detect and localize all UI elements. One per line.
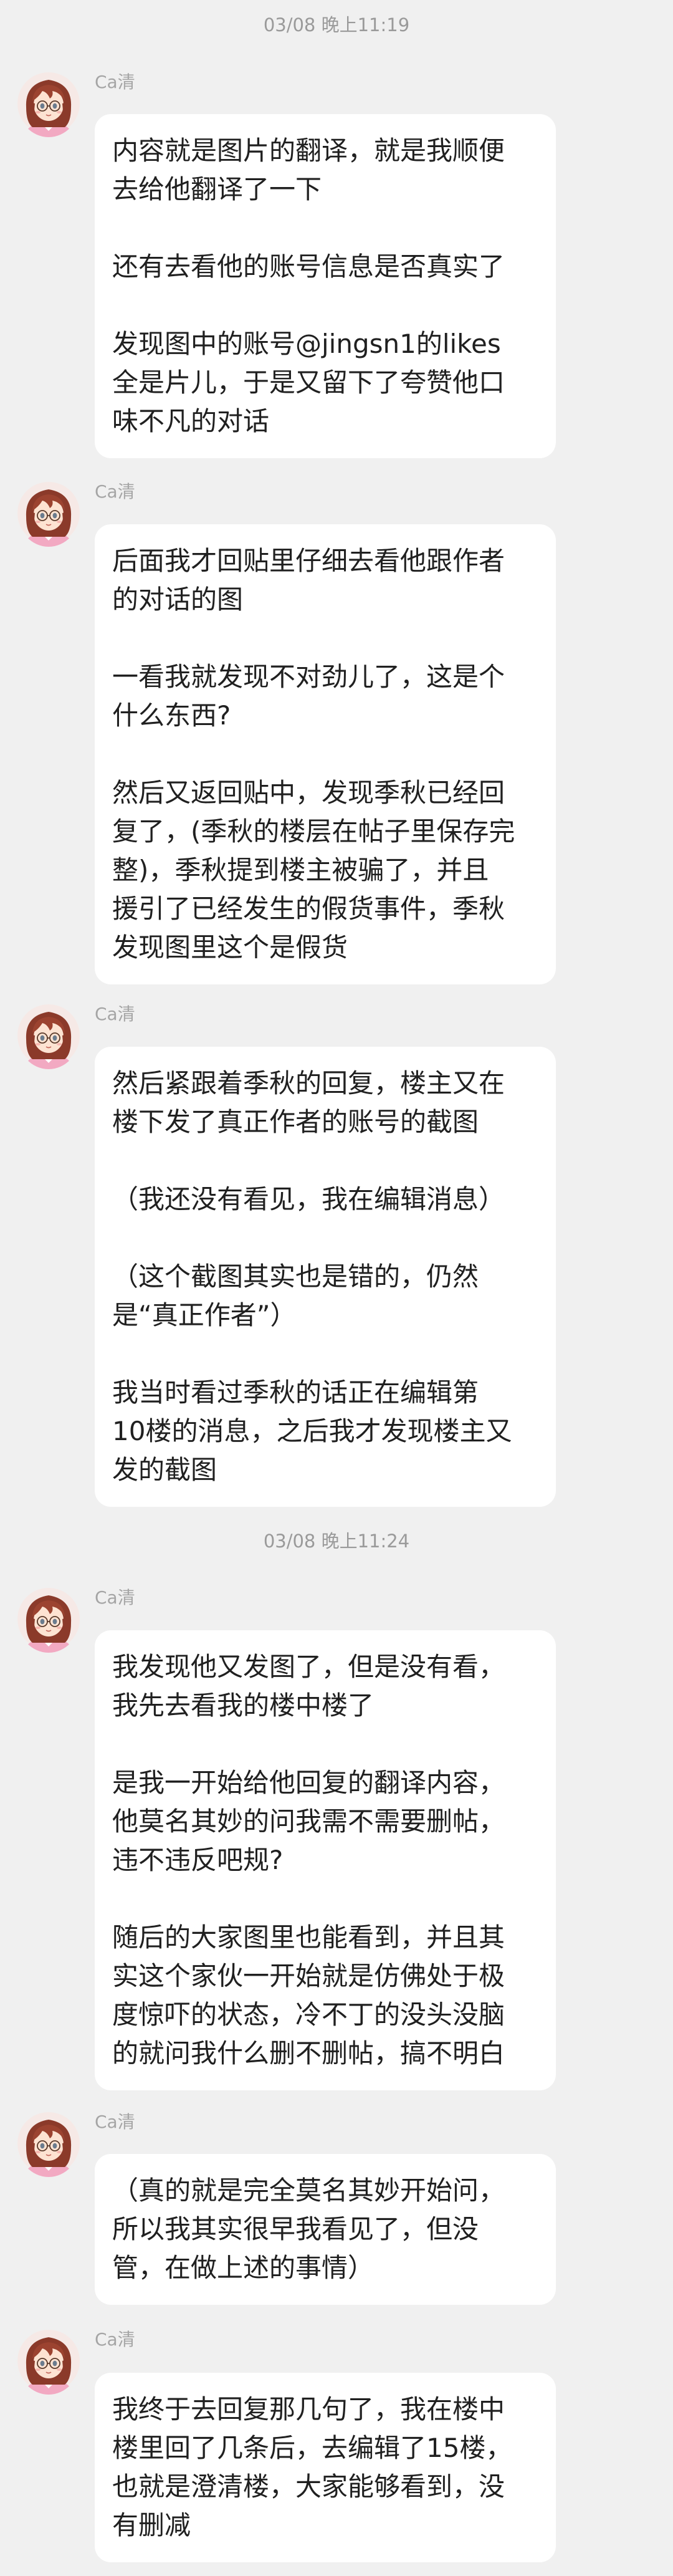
avatar-image — [17, 70, 80, 137]
timestamp-divider: 03/08 晚上11:24 — [263, 1531, 410, 1552]
message-text: 我发现他又发图了，但是没有看， 我先去看我的楼中楼了 — [112, 1651, 505, 1721]
avatar[interactable] — [17, 2327, 80, 2395]
avatar-image — [17, 1002, 80, 1069]
message-bubble[interactable]: 内容就是图片的翻译，就是我顺便 去给他翻译了一下 还有去看他的账号信息是否真实了… — [95, 114, 556, 458]
avatar[interactable] — [17, 2110, 80, 2177]
avatar[interactable] — [17, 479, 80, 547]
message-text: 一看我就发现不对劲儿了，这是个 什么东西? — [112, 661, 505, 731]
message-bubble[interactable]: 然后紧跟着季秋的回复，楼主又在 楼下发了真正作者的账号的截图 （我还没有看见，我… — [95, 1047, 556, 1507]
message-text: 是我一开始给他回复的翻译内容， 他莫名其妙的问我需不需要删帖， 违不违反吧规? — [112, 1767, 505, 1875]
message-text: 我当时看过季秋的话正在编辑第 10楼的消息，之后我才发现楼主又 发的截图 — [112, 1377, 512, 1485]
avatar[interactable] — [17, 1585, 80, 1653]
message-bubble[interactable]: 我发现他又发图了，但是没有看， 我先去看我的楼中楼了 是我一开始给他回复的翻译内… — [95, 1630, 556, 2090]
sender-name: Ca清 — [95, 481, 135, 502]
message-text: 内容就是图片的翻译，就是我顺便 去给他翻译了一下 — [112, 135, 505, 204]
avatar-image — [17, 1585, 80, 1653]
timestamp-divider: 03/08 晚上11:19 — [263, 14, 410, 36]
avatar-image — [17, 2327, 80, 2395]
message-text: （这个截图其实也是错的，仍然 是“真正作者”） — [112, 1261, 479, 1330]
sender-name: Ca清 — [95, 72, 135, 92]
message-bubble[interactable]: 后面我才回贴里仔细去看他跟作者 的对话的图 一看我就发现不对劲儿了，这是个 什么… — [95, 524, 556, 984]
avatar[interactable] — [17, 70, 80, 137]
sender-name: Ca清 — [95, 1587, 135, 1608]
message-bubble[interactable]: 我终于去回复那几句了，我在楼中 楼里回了几条后，去编辑了15楼， 也就是澄清楼，… — [95, 2373, 556, 2562]
message-text: 然后紧跟着季秋的回复，楼主又在 楼下发了真正作者的账号的截图 — [112, 1068, 505, 1137]
sender-name: Ca清 — [95, 2329, 135, 2350]
message-text: 发现图中的账号@jingsn1的likes 全是片儿，于是又留下了夸赞他口 味不… — [112, 329, 505, 436]
avatar-image — [17, 2110, 80, 2177]
message-text: （我还没有看见，我在编辑消息） — [112, 1184, 505, 1214]
message-text: （真的就是完全莫名其妙开始问， 所以我其实很早我看见了，但没 管，在做上述的事情… — [112, 2175, 505, 2283]
message-text: 后面我才回贴里仔细去看他跟作者 的对话的图 — [112, 545, 505, 615]
message-text: 我终于去回复那几句了，我在楼中 楼里回了几条后，去编辑了15楼， 也就是澄清楼，… — [112, 2394, 512, 2540]
message-text: 然后又返回贴中，发现季秋已经回 复了，(季秋的楼层在帖子里保存完 整)，季秋提到… — [112, 777, 515, 963]
message-text: 随后的大家图里也能看到，并且其 实这个家伙一开始就是仿佛处于极 度惊吓的状态，冷… — [112, 1922, 505, 2069]
sender-name: Ca清 — [95, 1004, 135, 1024]
message-bubble[interactable]: （真的就是完全莫名其妙开始问， 所以我其实很早我看见了，但没 管，在做上述的事情… — [95, 2154, 556, 2305]
message-text: 还有去看他的账号信息是否真实了 — [112, 251, 505, 282]
avatar[interactable] — [17, 1002, 80, 1069]
sender-name: Ca清 — [95, 2112, 135, 2132]
avatar-image — [17, 479, 80, 547]
